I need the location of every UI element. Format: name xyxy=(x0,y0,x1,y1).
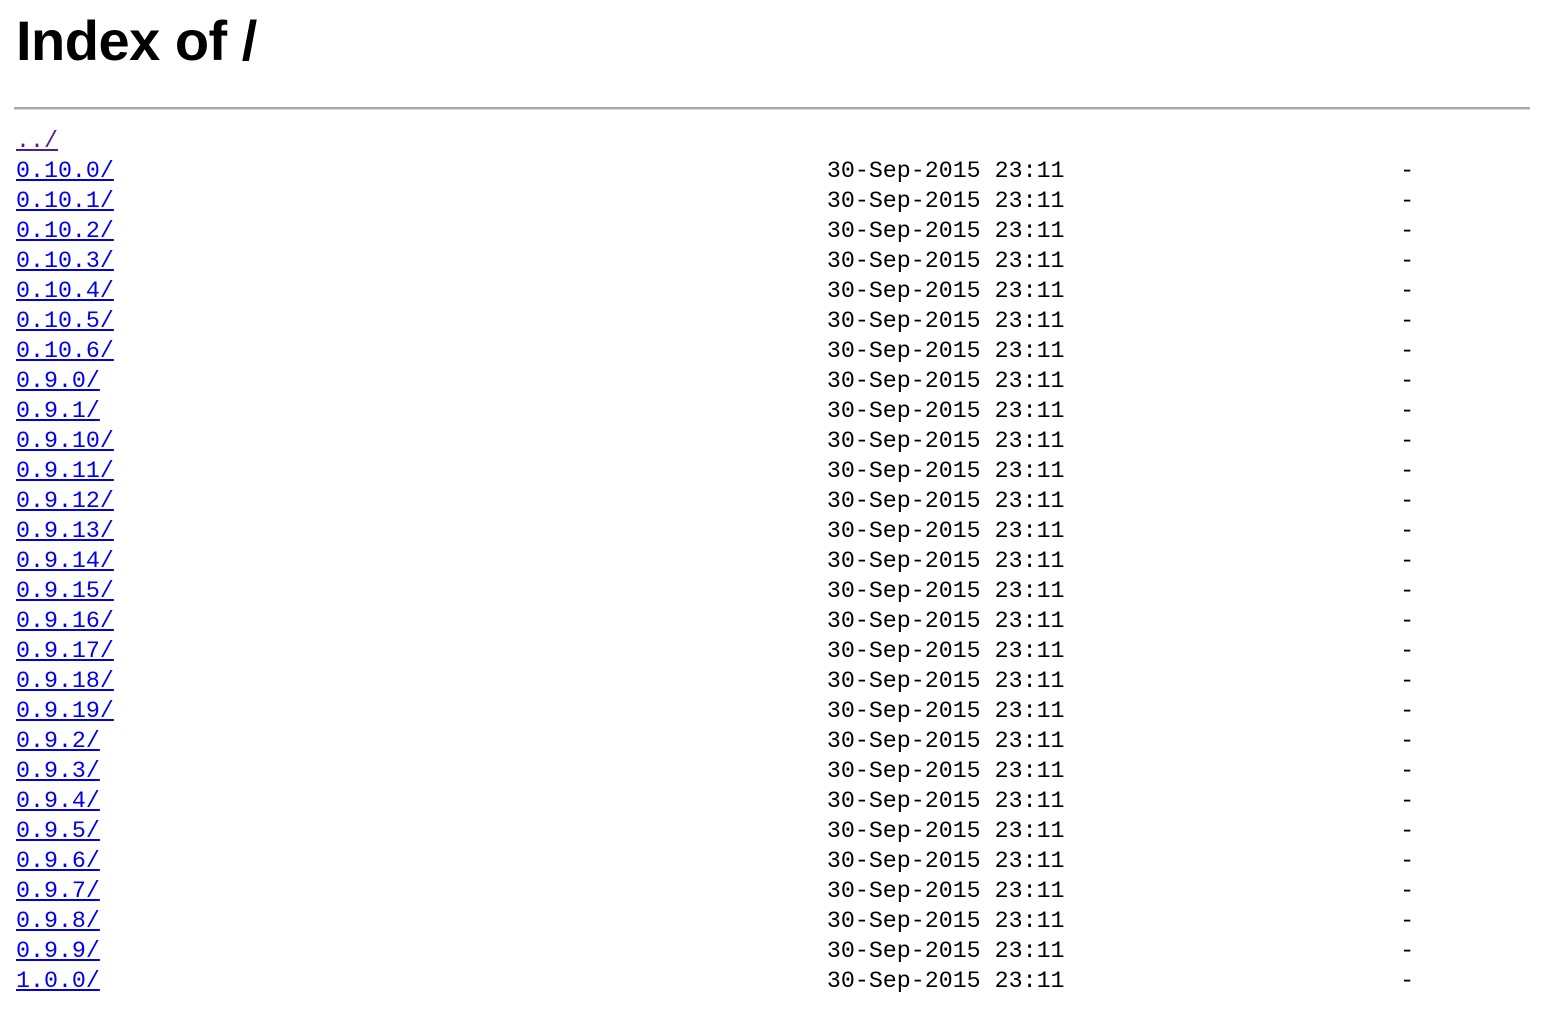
listing-row-meta: 30-Sep-2015 23:11 - xyxy=(826,787,1415,814)
listing-row: 0.9.6/ 30-Sep-2015 23:11 - xyxy=(16,846,1530,876)
listing-row: 0.9.14/ 30-Sep-2015 23:11 - xyxy=(16,546,1530,576)
listing-row: 0.10.2/ 30-Sep-2015 23:11 - xyxy=(16,216,1530,246)
listing-row: 0.9.0/ 30-Sep-2015 23:11 - xyxy=(16,366,1530,396)
parent-directory-row: ../ xyxy=(16,126,1530,156)
directory-link[interactable]: 0.9.18/ xyxy=(16,668,114,694)
listing-row-meta: 30-Sep-2015 23:11 - xyxy=(826,397,1415,424)
listing-row-meta: 30-Sep-2015 23:11 - xyxy=(826,637,1415,664)
directory-link[interactable]: 0.9.4/ xyxy=(16,788,100,814)
listing-row: 0.10.5/ 30-Sep-2015 23:11 - xyxy=(16,306,1530,336)
directory-link[interactable]: 0.9.14/ xyxy=(16,548,114,574)
listing-row-meta: 30-Sep-2015 23:11 - xyxy=(826,337,1415,364)
directory-link[interactable]: 0.9.5/ xyxy=(16,818,100,844)
listing-row: 0.9.17/ 30-Sep-2015 23:11 - xyxy=(16,636,1530,666)
listing-row: 0.9.4/ 30-Sep-2015 23:11 - xyxy=(16,786,1530,816)
listing-row-meta: 30-Sep-2015 23:11 - xyxy=(826,157,1415,184)
listing-row: 0.9.15/ 30-Sep-2015 23:11 - xyxy=(16,576,1530,606)
listing-row: 0.9.12/ 30-Sep-2015 23:11 - xyxy=(16,486,1530,516)
directory-link[interactable]: 0.10.1/ xyxy=(16,188,114,214)
listing-row-meta: 30-Sep-2015 23:11 - xyxy=(826,577,1415,604)
listing-row-meta: 30-Sep-2015 23:11 - xyxy=(826,727,1415,754)
listing-row-meta: 30-Sep-2015 23:11 - xyxy=(826,247,1415,274)
directory-link[interactable]: 0.9.13/ xyxy=(16,518,114,544)
listing-row-meta: 30-Sep-2015 23:11 - xyxy=(826,967,1415,994)
listing-row-meta: 30-Sep-2015 23:11 - xyxy=(826,907,1415,934)
directory-link[interactable]: 0.10.6/ xyxy=(16,338,114,364)
listing-row-meta: 30-Sep-2015 23:11 - xyxy=(826,307,1415,334)
directory-link[interactable]: 1.0.0/ xyxy=(16,968,100,994)
listing-row: 0.9.2/ 30-Sep-2015 23:11 - xyxy=(16,726,1530,756)
listing-row: 0.10.3/ 30-Sep-2015 23:11 - xyxy=(16,246,1530,276)
directory-link[interactable]: 0.9.2/ xyxy=(16,728,100,754)
page-title: Index of / xyxy=(16,9,257,72)
listing-row-meta: 30-Sep-2015 23:11 - xyxy=(826,817,1415,844)
directory-link[interactable]: 0.9.3/ xyxy=(16,758,100,784)
listing-row: 0.9.13/ 30-Sep-2015 23:11 - xyxy=(16,516,1530,546)
listing-row: 0.10.0/ 30-Sep-2015 23:11 - xyxy=(16,156,1530,186)
directory-link[interactable]: 0.9.9/ xyxy=(16,938,100,964)
listing-row: 0.9.5/ 30-Sep-2015 23:11 - xyxy=(16,816,1530,846)
header-divider xyxy=(14,106,1530,110)
listing-row: 0.9.19/ 30-Sep-2015 23:11 - xyxy=(16,696,1530,726)
listing-row-meta: 30-Sep-2015 23:11 - xyxy=(826,487,1415,514)
directory-link[interactable]: 0.10.0/ xyxy=(16,158,114,184)
listing-row: 0.9.11/ 30-Sep-2015 23:11 - xyxy=(16,456,1530,486)
directory-link[interactable]: 0.10.2/ xyxy=(16,218,114,244)
listing-row-meta: 30-Sep-2015 23:11 - xyxy=(826,877,1415,904)
listing-row: 0.9.16/ 30-Sep-2015 23:11 - xyxy=(16,606,1530,636)
directory-link[interactable]: 0.9.15/ xyxy=(16,578,114,604)
directory-link[interactable]: 0.9.11/ xyxy=(16,458,114,484)
directory-link[interactable]: 0.9.7/ xyxy=(16,878,100,904)
listing-row-meta: 30-Sep-2015 23:11 - xyxy=(826,457,1415,484)
directory-link[interactable]: 0.9.6/ xyxy=(16,848,100,874)
listing-row-meta: 30-Sep-2015 23:11 - xyxy=(826,187,1415,214)
listing-row: 0.9.8/ 30-Sep-2015 23:11 - xyxy=(16,906,1530,936)
listing-row: 0.9.1/ 30-Sep-2015 23:11 - xyxy=(16,396,1530,426)
directory-link[interactable]: 0.9.10/ xyxy=(16,428,114,454)
listing-row-meta: 30-Sep-2015 23:11 - xyxy=(826,427,1415,454)
listing-row-meta: 30-Sep-2015 23:11 - xyxy=(826,547,1415,574)
listing-row-meta: 30-Sep-2015 23:11 - xyxy=(826,367,1415,394)
listing-row: 0.10.4/ 30-Sep-2015 23:11 - xyxy=(16,276,1530,306)
directory-link[interactable]: 0.9.1/ xyxy=(16,398,100,424)
listing-row-meta: 30-Sep-2015 23:11 - xyxy=(826,517,1415,544)
directory-link[interactable]: 0.9.16/ xyxy=(16,608,114,634)
listing-row: 0.9.7/ 30-Sep-2015 23:11 - xyxy=(16,876,1530,906)
directory-link[interactable]: 0.9.8/ xyxy=(16,908,100,934)
listing-row-meta: 30-Sep-2015 23:11 - xyxy=(826,217,1415,244)
listing-row: 0.9.18/ 30-Sep-2015 23:11 - xyxy=(16,666,1530,696)
directory-index-page: Index of / ../ 0.10.0/ 30-Sep-2015 23:11… xyxy=(0,0,1544,996)
directory-link[interactable]: 0.10.3/ xyxy=(16,248,114,274)
listing-row-meta: 30-Sep-2015 23:11 - xyxy=(826,607,1415,634)
directory-link[interactable]: 0.9.17/ xyxy=(16,638,114,664)
directory-link[interactable]: 0.9.0/ xyxy=(16,368,100,394)
listing-row: 0.10.6/ 30-Sep-2015 23:11 - xyxy=(16,336,1530,366)
directory-link[interactable]: 0.10.4/ xyxy=(16,278,114,304)
listing-row-meta: 30-Sep-2015 23:11 - xyxy=(826,937,1415,964)
listing-row-meta: 30-Sep-2015 23:11 - xyxy=(826,697,1415,724)
listing-row: 1.0.0/ 30-Sep-2015 23:11 - xyxy=(16,966,1530,996)
directory-link[interactable]: 0.9.19/ xyxy=(16,698,114,724)
directory-link[interactable]: 0.10.5/ xyxy=(16,308,114,334)
listing-row-meta: 30-Sep-2015 23:11 - xyxy=(826,757,1415,784)
listing-row: 0.9.3/ 30-Sep-2015 23:11 - xyxy=(16,756,1530,786)
listing-row: 0.9.9/ 30-Sep-2015 23:11 - xyxy=(16,936,1530,966)
listing-row: 0.9.10/ 30-Sep-2015 23:11 - xyxy=(16,426,1530,456)
directory-listing: ../ 0.10.0/ 30-Sep-2015 23:11 - 0.10.1/ … xyxy=(14,126,1530,996)
listing-row-meta: 30-Sep-2015 23:11 - xyxy=(826,847,1415,874)
directory-link[interactable]: 0.9.12/ xyxy=(16,488,114,514)
parent-directory-link[interactable]: ../ xyxy=(16,128,58,154)
listing-row-meta: 30-Sep-2015 23:11 - xyxy=(826,667,1415,694)
listing-row-meta: 30-Sep-2015 23:11 - xyxy=(826,277,1415,304)
listing-row: 0.10.1/ 30-Sep-2015 23:11 - xyxy=(16,186,1530,216)
